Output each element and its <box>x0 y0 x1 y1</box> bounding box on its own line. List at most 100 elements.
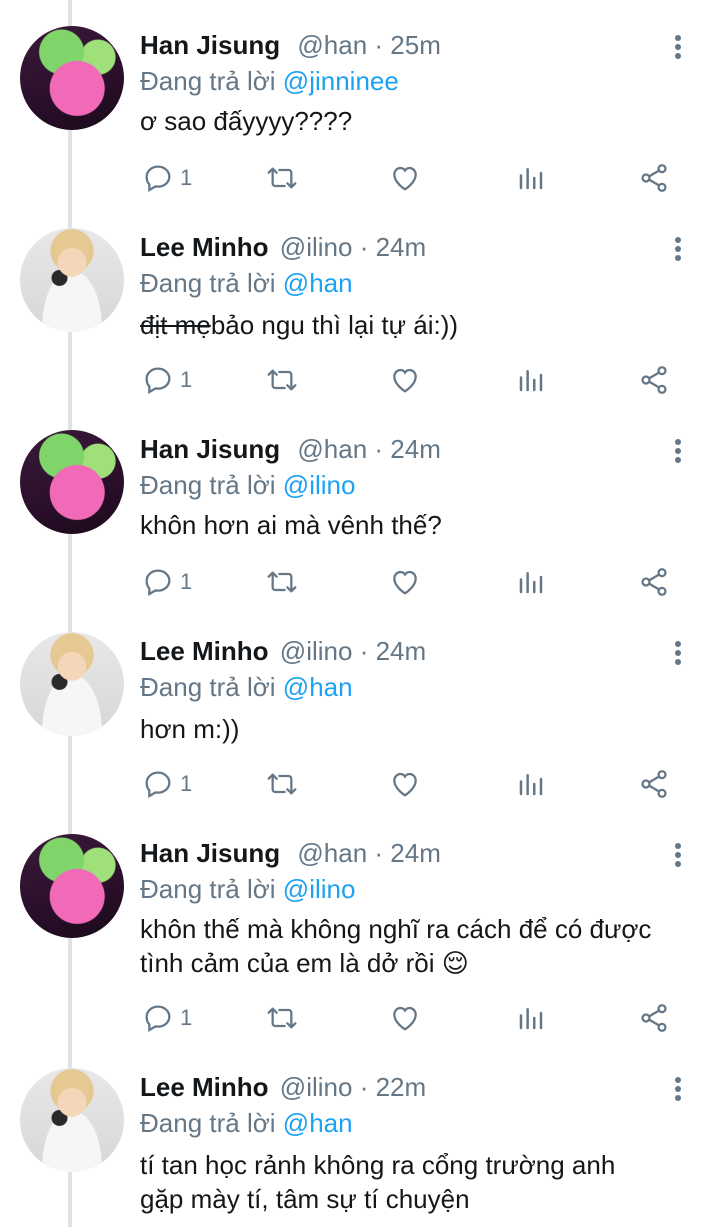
author-handle[interactable]: @ilino <box>280 1072 353 1102</box>
author-name[interactable]: Lee Minho <box>140 1072 269 1102</box>
tweet-body-line-1: tí tan học rảnh không ra cổng trường anh <box>140 1150 616 1180</box>
retweet-icon <box>267 1007 297 1029</box>
tweet-header: Lee Minho @ilino · 22m <box>140 1072 426 1103</box>
reply-count: 1 <box>180 367 193 392</box>
reply-mention[interactable]: @han <box>283 672 353 702</box>
stats-icon <box>519 370 543 392</box>
share-icon <box>641 164 667 192</box>
like-button[interactable] <box>389 998 421 1038</box>
timestamp[interactable]: 25m <box>390 30 441 60</box>
timestamp[interactable]: 22m <box>376 1072 427 1102</box>
heart-icon <box>393 166 417 191</box>
timestamp[interactable]: 24m <box>390 838 441 868</box>
timestamp[interactable]: 24m <box>376 636 427 666</box>
action-bar: 1 <box>0 360 720 400</box>
reply-icon <box>145 367 171 394</box>
separator: · <box>374 838 384 868</box>
reply-button[interactable]: 1 <box>142 158 192 198</box>
tweet-header: Lee Minho @ilino · 24m <box>140 636 426 667</box>
avatar[interactable] <box>20 228 124 332</box>
separator: · <box>374 434 384 464</box>
stats-button[interactable] <box>516 360 546 400</box>
retweet-button[interactable] <box>264 998 300 1038</box>
retweet-button[interactable] <box>264 764 300 804</box>
stats-icon <box>519 168 543 190</box>
separator: · <box>359 232 369 262</box>
avatar[interactable] <box>20 26 124 130</box>
separator: · <box>359 1072 369 1102</box>
share-icon <box>641 1004 667 1032</box>
avatar[interactable] <box>20 430 124 534</box>
reply-prefix: Đang trả lời <box>140 874 276 904</box>
share-button[interactable] <box>638 562 670 602</box>
tweet-body-line-2: gặp mày tí, tâm sự tí chuyện <box>140 1184 470 1214</box>
like-button[interactable] <box>389 562 421 602</box>
retweet-button[interactable] <box>264 158 300 198</box>
stats-button[interactable] <box>516 562 546 602</box>
tweet-text: hơn m:)) <box>140 712 700 746</box>
more-icon[interactable] <box>668 436 688 466</box>
author-name[interactable]: Han Jisung <box>140 838 280 868</box>
more-icon[interactable] <box>668 840 688 870</box>
timestamp[interactable]: 24m <box>376 232 427 262</box>
reply-context: Đang trả lời @han <box>140 672 353 703</box>
retweet-button[interactable] <box>264 562 300 602</box>
reply-icon <box>145 771 171 798</box>
avatar[interactable] <box>20 1068 124 1172</box>
author-name[interactable]: Lee Minho <box>140 232 269 262</box>
more-icon[interactable] <box>668 32 688 62</box>
timestamp[interactable]: 24m <box>390 434 441 464</box>
author-name[interactable]: Han Jisung <box>140 30 280 60</box>
author-handle[interactable]: @han <box>297 30 367 60</box>
reply-button[interactable]: 1 <box>142 360 192 400</box>
share-button[interactable] <box>638 158 670 198</box>
author-name[interactable]: Han Jisung <box>140 434 280 464</box>
tweet-text: tí tan học rảnh không ra cổng trường anh… <box>140 1148 700 1216</box>
heart-icon <box>393 1006 417 1031</box>
reply-mention[interactable]: @han <box>283 1108 353 1138</box>
retweet-button[interactable] <box>264 360 300 400</box>
reply-mention[interactable]: @ilino <box>283 874 356 904</box>
tweet-header: Han Jisung @han · 25m <box>140 30 441 61</box>
reply-mention[interactable]: @han <box>283 268 353 298</box>
reply-button[interactable]: 1 <box>142 562 192 602</box>
share-icon <box>641 568 667 596</box>
author-handle[interactable]: @han <box>297 434 367 464</box>
reply-prefix: Đang trả lời <box>140 268 276 298</box>
action-bar: 1 <box>0 998 720 1038</box>
reply-context: Đang trả lời @jinninee <box>140 66 399 97</box>
reply-context: Đang trả lời @han <box>140 268 353 299</box>
more-icon[interactable] <box>668 234 688 264</box>
reply-prefix: Đang trả lời <box>140 66 276 96</box>
tweet-body: khôn hơn ai mà vênh thế? <box>140 510 442 540</box>
like-button[interactable] <box>389 360 421 400</box>
share-button[interactable] <box>638 764 670 804</box>
strikethrough-text: địt mẹ <box>140 310 211 340</box>
reply-icon <box>145 165 171 192</box>
stats-button[interactable] <box>516 764 546 804</box>
reply-button[interactable]: 1 <box>142 764 192 804</box>
like-button[interactable] <box>389 158 421 198</box>
avatar[interactable] <box>20 632 124 736</box>
stats-icon <box>519 572 543 594</box>
share-button[interactable] <box>638 998 670 1038</box>
avatar[interactable] <box>20 834 124 938</box>
stats-button[interactable] <box>516 998 546 1038</box>
reply-mention[interactable]: @jinninee <box>283 66 399 96</box>
reply-mention[interactable]: @ilino <box>283 470 356 500</box>
like-button[interactable] <box>389 764 421 804</box>
more-icon[interactable] <box>668 1074 688 1104</box>
author-handle[interactable]: @han <box>297 838 367 868</box>
author-handle[interactable]: @ilino <box>280 232 353 262</box>
share-button[interactable] <box>638 360 670 400</box>
more-icon[interactable] <box>668 638 688 668</box>
tweet-header: Han Jisung @han · 24m <box>140 838 441 869</box>
heart-icon <box>393 772 417 797</box>
author-handle[interactable]: @ilino <box>280 636 353 666</box>
reply-button[interactable]: 1 <box>142 998 192 1038</box>
stats-button[interactable] <box>516 158 546 198</box>
tweet-text: khôn hơn ai mà vênh thế? <box>140 508 700 542</box>
author-name[interactable]: Lee Minho <box>140 636 269 666</box>
separator: · <box>359 636 369 666</box>
reply-count: 1 <box>180 771 193 796</box>
